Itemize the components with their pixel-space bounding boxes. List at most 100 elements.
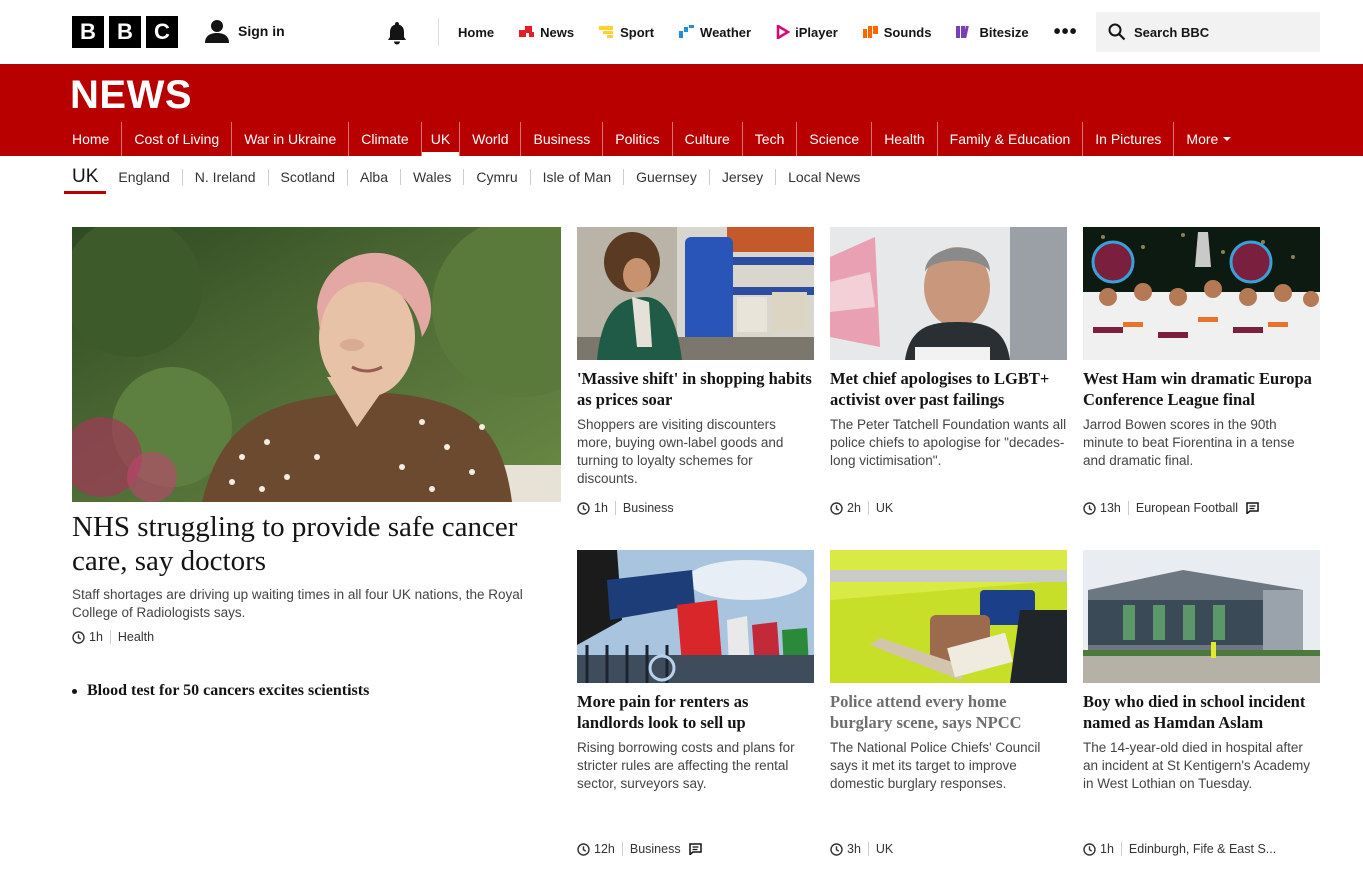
nav-label: Weather [700,24,752,40]
story-card: West Ham win dramatic Europa Conference … [1083,227,1320,515]
topic-tag[interactable]: European Football [1136,501,1238,515]
nav-label: Home [458,24,495,40]
news-nav-family-education[interactable]: Family & Education [936,122,1083,156]
story-headline[interactable]: Boy who died in school incident named as… [1083,691,1320,733]
search-icon [1108,23,1126,41]
news-icon [519,26,535,37]
news-nav-war-in-ukraine[interactable]: War in Ukraine [231,122,348,156]
timestamp: 2h [847,501,861,515]
story-card: Boy who died in school incident named as… [1083,550,1320,856]
subnav-local-news[interactable]: Local News [775,169,872,185]
caret-down-icon [1223,137,1232,141]
topic-tag[interactable]: Edinburgh, Fife & East S... [1129,842,1276,856]
global-nav-weather[interactable]: Weather [679,25,751,40]
story-summary: Rising borrowing costs and plans for str… [577,740,795,791]
iplayer-icon [776,25,791,39]
news-nav-health[interactable]: Health [871,122,936,156]
news-nav-science[interactable]: Science [796,122,871,156]
news-nav-world[interactable]: World [459,122,520,156]
news-nav-home[interactable]: Home [72,122,121,156]
topic-tag[interactable]: Business [630,842,681,856]
topic-tag[interactable]: UK [876,842,893,856]
news-nav-tech[interactable]: Tech [741,122,797,156]
more-label: More [1186,131,1219,147]
sport-icon [599,26,614,38]
story-image[interactable] [1083,550,1320,683]
related-story-title: Blood test for 50 cancers excites scient… [87,682,370,699]
story-image[interactable] [830,550,1067,683]
news-nav-uk[interactable]: UK [420,122,460,156]
story-meta: 13h European Football [1083,501,1259,515]
clock-icon [830,501,843,515]
subnav-england[interactable]: England [106,169,181,185]
story-image[interactable] [1083,227,1320,360]
story-headline[interactable]: 'Massive shift' in shopping habits as pr… [577,368,814,410]
bbc-logo-letter: B [109,16,141,48]
topic-tag[interactable]: UK [876,501,893,515]
more-menu-button[interactable]: ••• [1054,21,1078,44]
search-bbc-input[interactable]: Search BBC [1096,12,1320,52]
lead-story-summary: Staff shortages are driving up waiting t… [72,587,523,620]
bbc-logo-letter: B [72,16,104,48]
story-summary: The Peter Tatchell Foundation wants all … [830,417,1067,468]
nav-label: Bitesize [979,24,1029,40]
story-headline[interactable]: West Ham win dramatic Europa Conference … [1083,368,1320,410]
story-image[interactable] [577,550,814,683]
sounds-icon [862,26,878,38]
global-nav-sport[interactable]: Sport [599,25,654,40]
divider [621,842,623,856]
subnav-n-ireland[interactable]: N. Ireland [181,169,268,185]
subnav-wales[interactable]: Wales [400,169,463,185]
story-headline[interactable]: More pain for renters as landlords look … [577,691,814,733]
news-nav-climate[interactable]: Climate [348,122,420,156]
news-nav-politics[interactable]: Politics [602,122,671,156]
global-nav-sounds[interactable]: Sounds [862,24,932,40]
news-header: NEWS Home Cost of Living War in Ukraine … [0,64,1363,156]
story-summary: The 14-year-old died in hospital after a… [1083,740,1310,791]
news-nav-business[interactable]: Business [520,122,602,156]
subnav-guernsey[interactable]: Guernsey [623,169,709,185]
topic-tag[interactable]: Business [623,501,674,515]
lead-story-headline[interactable]: NHS struggling to provide safe cancer ca… [72,510,561,578]
news-nav: Home Cost of Living War in Ukraine Clima… [72,122,1243,156]
story-image[interactable] [577,227,814,360]
clock-icon [577,501,590,515]
divider [1120,842,1122,856]
comments-icon[interactable] [688,843,702,855]
news-logo[interactable]: NEWS [70,73,192,118]
notifications-bell-icon[interactable] [384,20,410,51]
lead-story-image[interactable] [72,227,561,502]
topic-tag[interactable]: Health [118,630,154,644]
clock-icon [1083,842,1096,856]
story-headline[interactable]: Police attend every home burglary scene,… [830,691,1067,733]
story-headline[interactable]: Met chief apologises to LGBT+ activist o… [830,368,1067,410]
subnav-scotland[interactable]: Scotland [267,169,347,185]
divider [438,18,439,46]
global-nav-iplayer[interactable]: iPlayer [776,25,838,40]
global-nav-news[interactable]: News [519,25,574,40]
bullet-icon [72,688,77,694]
news-nav-cost-of-living[interactable]: Cost of Living [121,122,231,156]
global-nav-home[interactable]: Home [458,25,494,40]
news-nav-in-pictures[interactable]: In Pictures [1082,122,1173,156]
story-card: 'Massive shift' in shopping habits as pr… [577,227,814,515]
bbc-logo[interactable]: B B C [72,16,178,48]
story-meta: 3h UK [830,842,893,856]
subnav-cymru[interactable]: Cymru [463,169,529,185]
comments-icon[interactable] [1246,502,1259,514]
nav-label: News [540,24,575,40]
news-nav-culture[interactable]: Culture [671,122,742,156]
news-nav-more[interactable]: More [1173,122,1243,156]
subnav-jersey[interactable]: Jersey [708,169,775,185]
story-meta: 1h Business [577,501,674,515]
nav-label: Sounds [883,24,932,40]
related-story-link[interactable]: Blood test for 50 cancers excites scient… [72,682,369,700]
subnav-uk[interactable]: UK [64,160,107,194]
sign-in-button[interactable]: Sign in [204,18,285,44]
uk-sub-nav: UK England N. Ireland Scotland Alba Wale… [64,160,872,194]
subnav-isle-of-man[interactable]: Isle of Man [529,169,623,185]
timestamp: 12h [594,842,615,856]
story-image[interactable] [830,227,1067,360]
global-nav-bitesize[interactable]: Bitesize [956,24,1029,40]
subnav-alba[interactable]: Alba [346,169,400,185]
